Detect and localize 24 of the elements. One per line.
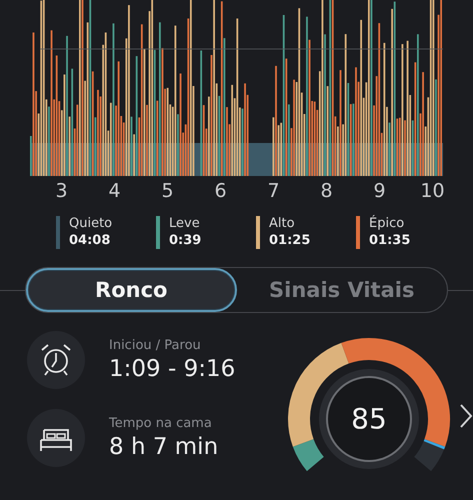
legend-value: 01:25 [269, 232, 310, 249]
legend-value: 04:08 [69, 232, 112, 249]
legend-value: 01:35 [369, 232, 410, 249]
axis-label: 5 [160, 180, 175, 202]
axis-label: 10 [419, 180, 446, 202]
stat-label: Tempo na cama [109, 416, 213, 431]
axis-label: 4 [107, 180, 122, 202]
axis-label: 6 [213, 180, 228, 202]
legend-label: Leve [169, 216, 201, 232]
tab[interactable]: Ronco [26, 268, 236, 312]
legend-label: Quieto [69, 216, 112, 232]
legend-label: Alto [269, 216, 296, 232]
axis-label: 9 [372, 180, 387, 202]
stat-label: Iniciou / Parou [109, 338, 202, 353]
tab[interactable]: Sinais Vitais [236, 268, 447, 312]
chevron-right-icon[interactable] [459, 403, 473, 429]
legend-value: 0:39 [169, 232, 202, 249]
score-value: 85 [351, 402, 387, 436]
stat-value: 1:09 - 9:16 [109, 356, 236, 382]
stat-value: 8 h 7 min [109, 434, 218, 460]
axis-label: 3 [54, 180, 69, 202]
axis-label: 7 [266, 180, 281, 202]
legend-label: Épico [369, 216, 406, 232]
axis-label: 8 [319, 180, 334, 202]
